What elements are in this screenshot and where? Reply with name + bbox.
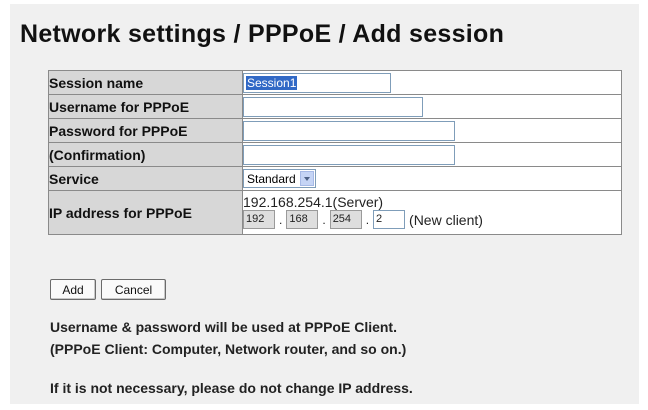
confirmation-label: (Confirmation) [48, 142, 243, 167]
new-client-label: (New client) [409, 211, 483, 228]
ip-octet-3: 254 [329, 210, 362, 229]
username-input[interactable] [243, 96, 423, 117]
ip-dot: . [365, 212, 370, 227]
ip-dot: . [279, 212, 283, 227]
service-selected-value: Standard [247, 171, 296, 186]
add-button[interactable]: Add [50, 279, 96, 300]
page-title: Network settings / PPPoE / Add session [20, 20, 505, 48]
chevron-down-icon[interactable] [299, 171, 314, 186]
password-row: Password for PPPoE [48, 118, 622, 143]
service-select[interactable]: Standard [243, 169, 316, 188]
session-name-row: Session name Session1 [48, 70, 622, 95]
ip-octet-4-input[interactable]: 2 [373, 210, 406, 229]
note-line-2: (PPPoE Client: Computer, Network router,… [50, 341, 407, 357]
ip-octet-1: 192 [243, 210, 275, 229]
note-line-3: If it is not necessary, please do not ch… [50, 380, 413, 396]
session-form: Session name Session1 Username for PPPoE… [48, 70, 622, 235]
session-name-label: Session name [48, 70, 243, 95]
password-label: Password for PPPoE [48, 118, 243, 143]
confirmation-row: (Confirmation) [48, 142, 622, 167]
username-label: Username for PPPoE [48, 94, 243, 119]
service-row: Service Standard [48, 166, 622, 191]
session-name-input[interactable]: Session1 [243, 72, 391, 93]
ip-octet-2: 168 [286, 210, 319, 229]
session-name-value: Session1 [246, 75, 298, 90]
password-input[interactable] [243, 120, 455, 141]
cancel-button[interactable]: Cancel [101, 279, 166, 300]
ip-label: IP address for PPPoE [48, 190, 243, 235]
ip-dot: . [322, 212, 326, 227]
service-label: Service [48, 166, 243, 191]
confirmation-input[interactable] [243, 144, 455, 165]
ip-row: IP address for PPPoE 192.168.254.1(Serve… [48, 190, 622, 235]
server-ip-text: 192.168.254.1(Server) [243, 194, 384, 210]
username-row: Username for PPPoE [48, 94, 622, 119]
note-line-1: Username & password will be used at PPPo… [50, 319, 397, 335]
client-ip-group: 192 . 168 . 254 . 2 (New client) [243, 210, 621, 229]
